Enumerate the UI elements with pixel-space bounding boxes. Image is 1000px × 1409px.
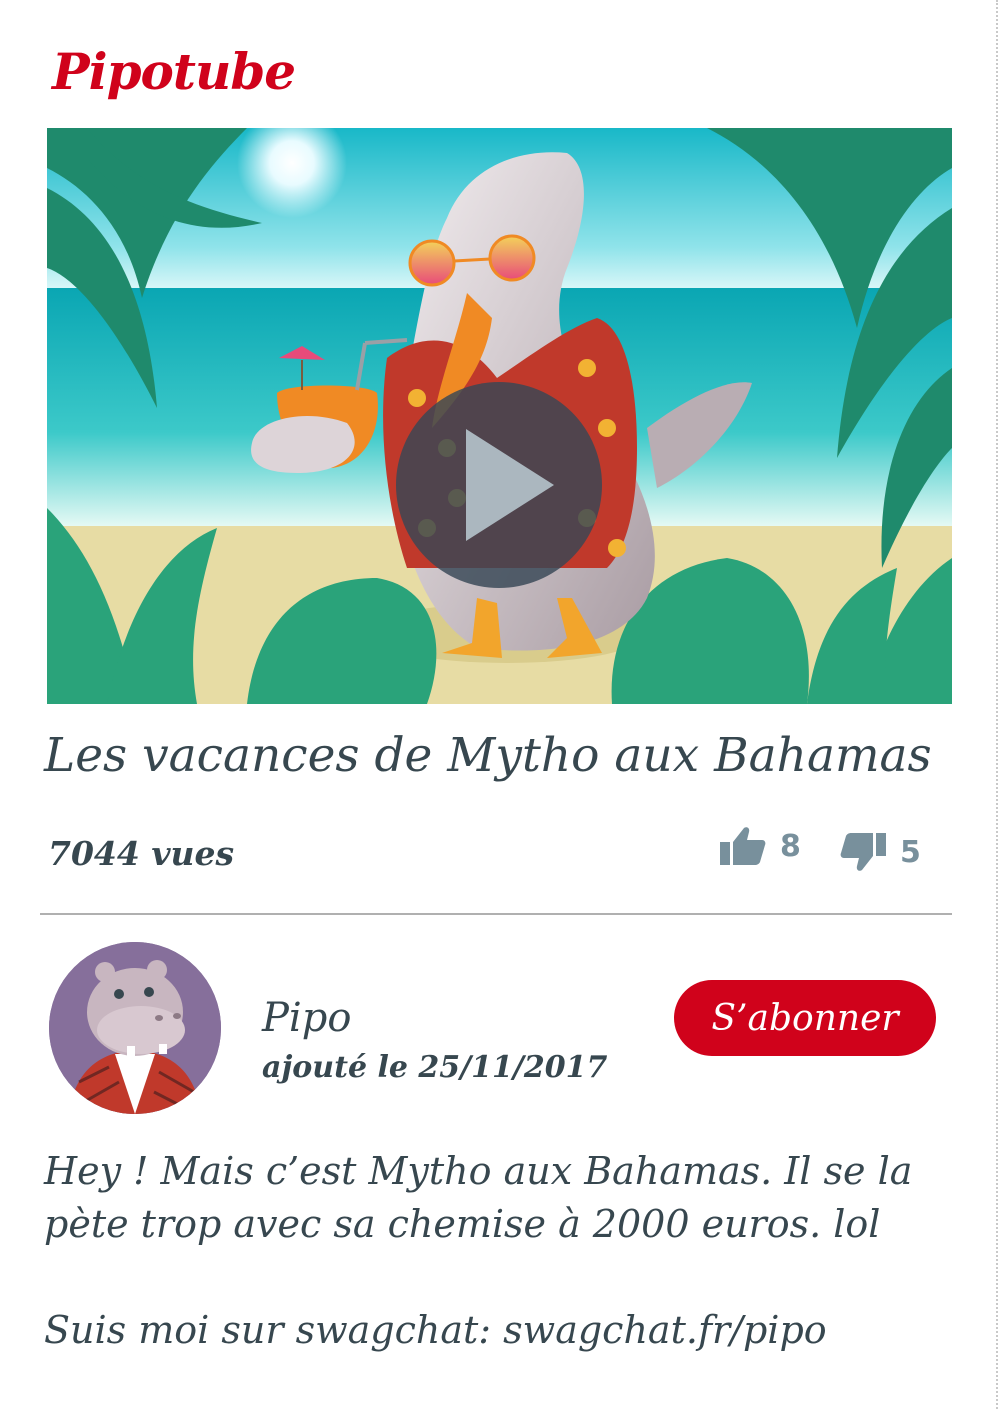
avatar[interactable] [49,942,221,1114]
brand-logo[interactable]: Pipotube [52,42,296,101]
like-button[interactable]: 8 [720,826,801,866]
like-count: 8 [780,828,801,864]
description-line: Hey ! Mais c’est Mytho aux Bahamas. Il s… [44,1149,913,1193]
dislike-button[interactable]: 5 [840,832,921,872]
play-button[interactable] [396,382,602,588]
channel-avatar-image [49,942,221,1114]
thumbs-down-icon [840,833,886,871]
dislike-count: 5 [900,834,921,870]
video-description: Hey ! Mais c’est Mytho aux Bahamas. Il s… [44,1145,944,1357]
video-title: Les vacances de Mytho aux Bahamas [44,728,932,783]
subscribe-button[interactable]: S’abonner [674,980,936,1056]
view-count: 7044 vues [48,834,235,873]
thumbs-up-icon [720,827,766,865]
channel-name[interactable]: Pipo [262,995,351,1041]
play-icon [466,429,554,541]
page-edge-dotted-line [996,0,998,1409]
divider [40,913,952,915]
upload-date: ajouté le 25/11/2017 [262,1050,608,1085]
description-line: Suis moi sur swagchat: swagchat.fr/pipo [44,1308,827,1352]
description-line: pète trop avec sa chemise à 2000 euros. … [44,1202,881,1246]
video-player[interactable] [47,128,952,704]
